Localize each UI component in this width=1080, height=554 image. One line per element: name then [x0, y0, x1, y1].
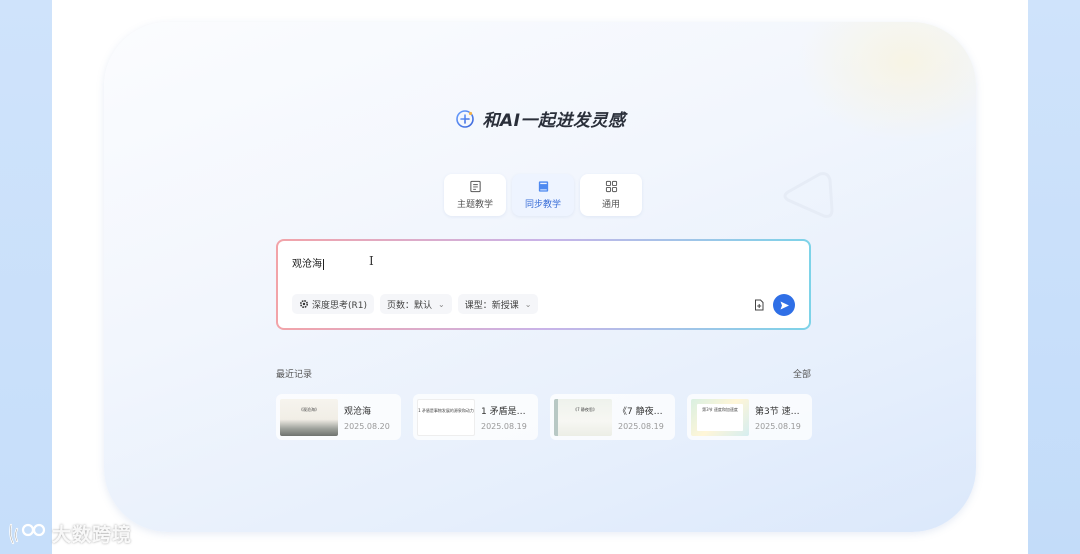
- recent-info: 《7 静夜思》 2025.08.19: [618, 404, 671, 431]
- recent-name: 观沧海: [344, 406, 372, 417]
- deep-think-toggle[interactable]: 深度思考(R1): [292, 294, 375, 314]
- recent-name: 《7 静夜思》: [618, 406, 671, 417]
- thumb-text: 第3节 速度和加速度: [702, 406, 738, 412]
- recent-item[interactable]: 《观沧海》 观沧海 2025.08.20: [276, 394, 401, 440]
- send-button[interactable]: [773, 294, 795, 316]
- deep-think-label: 深度思考(R1): [312, 300, 368, 311]
- watermark-text: 大数跨境: [52, 524, 133, 546]
- recent-info: 1 矛盾是事物... 2025.08.19: [481, 404, 534, 431]
- hero: 和AI一起进发灵感: [104, 106, 976, 131]
- main-card: 和AI一起进发灵感 主题教学 同步教学 通用 观沧海 I 深度思考(R1) 页数…: [104, 22, 976, 532]
- thumbnail: 第3节 速度和加速度: [691, 398, 749, 436]
- decorative-triangle: [783, 172, 834, 218]
- grid-icon: [605, 180, 617, 193]
- recent-name: 第3节 速度和...: [755, 406, 808, 417]
- tab-label: 通用: [601, 200, 620, 210]
- thumbnail: 《观沧海》: [280, 398, 338, 436]
- left-backdrop: [0, 0, 52, 554]
- tab-theme-teaching[interactable]: 主题教学: [444, 174, 506, 216]
- thumbnail: 1 矛盾是事物发展的源泉和动力: [417, 398, 475, 436]
- thumbnail: 《7 静夜思》: [554, 398, 612, 436]
- tab-general[interactable]: 通用: [580, 174, 642, 216]
- right-backdrop: [1028, 0, 1080, 554]
- recent-date: 2025.08.19: [481, 421, 527, 431]
- recent-item[interactable]: 第3节 速度和加速度 第3节 速度和... 2025.08.19: [687, 394, 812, 440]
- recent-name: 1 矛盾是事物...: [481, 406, 534, 417]
- prompt-input[interactable]: 观沧海: [292, 255, 324, 270]
- recent-date: 2025.08.20: [344, 421, 390, 431]
- lesson-type-select[interactable]: 课型：新授课 ⌄: [457, 294, 539, 314]
- recent-date: 2025.08.19: [755, 421, 801, 431]
- gear-icon: [299, 299, 309, 309]
- recent-item[interactable]: 1 矛盾是事物发展的源泉和动力 1 矛盾是事物... 2025.08.19: [413, 394, 538, 440]
- sparkle-plus-icon: [455, 109, 474, 128]
- brand-logo-icon: [9, 523, 46, 544]
- prompt-box: 观沧海 I 深度思考(R1) 页数：默认 ⌄ 课型：新授课 ⌄: [276, 239, 811, 330]
- pages-label: 页数：默认: [387, 300, 433, 311]
- pages-select[interactable]: 页数：默认 ⌄: [380, 294, 452, 314]
- document-icon: [469, 180, 481, 193]
- recent-info: 第3节 速度和... 2025.08.19: [755, 404, 808, 431]
- page: 和AI一起进发灵感 主题教学 同步教学 通用 观沧海 I 深度思考(R1) 页数…: [52, 0, 1028, 554]
- thumb-text: 1 矛盾是事物发展的源泉和动力: [418, 407, 474, 413]
- prompt-value: 观沧海: [292, 259, 322, 270]
- recent-title: 最近记录: [276, 370, 313, 380]
- ibeam-cursor-icon: I: [369, 254, 374, 268]
- send-icon: [780, 301, 789, 309]
- upload-file-icon[interactable]: [753, 299, 765, 311]
- tab-sync-teaching[interactable]: 同步教学: [512, 174, 574, 216]
- prompt-inner: 观沧海 I 深度思考(R1) 页数：默认 ⌄ 课型：新授课 ⌄: [278, 241, 809, 328]
- recent-item[interactable]: 《7 静夜思》 《7 静夜思》 2025.08.19: [550, 394, 675, 440]
- view-all-link[interactable]: 全部: [793, 367, 811, 380]
- recent-list: 《观沧海》 观沧海 2025.08.20 1 矛盾是事物发展的源泉和动力 1 矛…: [276, 394, 812, 440]
- thumb-text: 《观沧海》: [299, 406, 319, 412]
- mode-tabs: 主题教学 同步教学 通用: [444, 174, 642, 216]
- hero-title: 和AI一起进发灵感: [482, 111, 626, 131]
- book-icon: [538, 181, 548, 192]
- chevron-down-icon: ⌄: [438, 299, 445, 309]
- chevron-down-icon: ⌄: [524, 299, 532, 309]
- recent-date: 2025.08.19: [618, 421, 664, 431]
- prompt-options: 深度思考(R1) 页数：默认 ⌄ 课型：新授课 ⌄: [292, 294, 539, 314]
- tab-label: 主题教学: [456, 200, 493, 210]
- recent-info: 观沧海 2025.08.20: [344, 404, 390, 431]
- lesson-type-label: 课型：新授课: [464, 300, 519, 311]
- text-caret: [323, 258, 324, 270]
- thumb-text: 《7 静夜思》: [573, 406, 597, 412]
- tab-label: 同步教学: [524, 200, 561, 210]
- watermark: 大数跨境: [8, 520, 132, 547]
